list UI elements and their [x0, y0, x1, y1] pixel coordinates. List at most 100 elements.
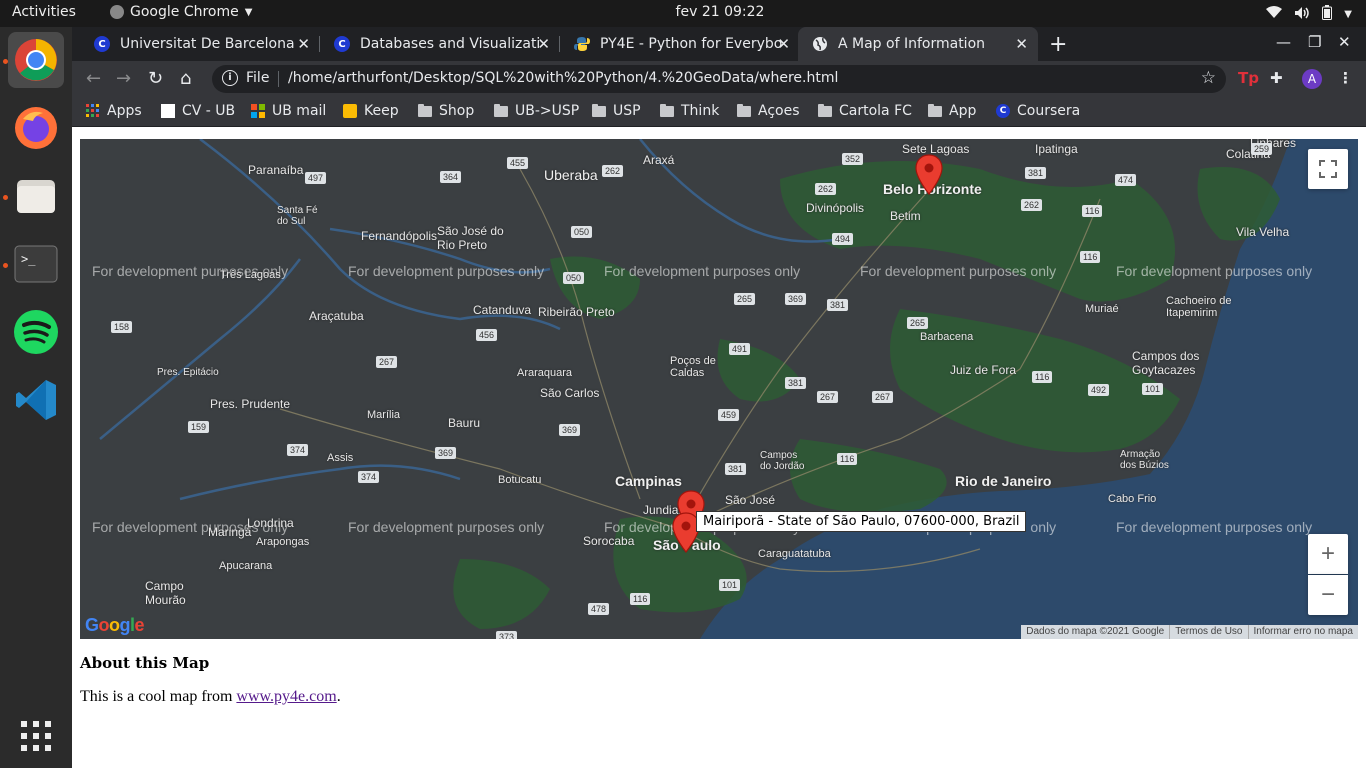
road-shield: 116 [1032, 371, 1053, 383]
bookmark-think[interactable]: Think [660, 103, 719, 119]
clock[interactable]: fev 21 09:22 [0, 4, 1366, 20]
home-icon[interactable]: ⌂ [180, 68, 191, 89]
extensions-puzzle-icon[interactable]: ✚ [1270, 69, 1283, 87]
city-label: Araxá [643, 153, 675, 167]
bookmark-apps[interactable]: Apps [86, 103, 142, 119]
back-arrow-icon[interactable]: ← [86, 68, 101, 89]
road-shield: 373 [496, 631, 518, 639]
bookmark-label: Think [681, 103, 720, 119]
map-watermark: For development purposes only [348, 263, 545, 279]
road-shield: 374 [358, 471, 380, 483]
address-bar[interactable]: i File /home/arthurfont/Desktop/SQL%20wi… [212, 65, 1226, 93]
city-label: Cachoeiro de Itapemirim [1166, 295, 1232, 319]
road-shield: 101 [1142, 383, 1164, 395]
city-label: Pres. Prudente [210, 397, 291, 411]
info-icon[interactable]: i [222, 70, 238, 86]
bookmark-label: UB mail [272, 103, 327, 119]
report-error-link[interactable]: Informar erro no mapa [1247, 625, 1359, 639]
terminal-launcher[interactable]: >_ [8, 236, 64, 292]
files-launcher[interactable] [8, 168, 64, 224]
spotify-launcher[interactable] [8, 304, 64, 360]
py4e-link[interactable]: www.py4e.com [236, 688, 336, 705]
city-label: Bauru [448, 416, 481, 430]
map-data-credit[interactable]: Dados do mapa ©2021 Google [1021, 625, 1169, 639]
bookmark-label: Açoes [758, 103, 800, 119]
city-label: Muriaé [1085, 303, 1119, 315]
folder-icon [737, 103, 751, 117]
road-shield: 381 [827, 299, 849, 311]
bookmark-ub-mail[interactable]: UB mail [251, 103, 326, 119]
fullscreen-button[interactable] [1308, 149, 1348, 189]
tab-map-of-information[interactable]: A Map of Information ✕ [798, 27, 1038, 61]
chrome-window: C Universitat De Barcelona ✕ C Databases… [72, 27, 1366, 768]
url-scheme: File [246, 70, 270, 86]
menu-kebab-icon[interactable]: ⋮ [1338, 69, 1353, 87]
city-label: Catanduva [473, 303, 532, 317]
dock: >_ [0, 27, 72, 768]
city-label: Barbacena [920, 331, 974, 343]
terms-link[interactable]: Termos de Uso [1169, 625, 1247, 639]
tab-label: Databases and Visualizati [360, 36, 541, 52]
close-icon[interactable]: ✕ [297, 35, 310, 53]
city-label: Fernandópolis [361, 229, 438, 243]
reload-icon[interactable]: ↻ [148, 68, 163, 89]
close-icon[interactable]: ✕ [1015, 35, 1028, 53]
keep-icon [343, 104, 357, 118]
map-marker-icon[interactable] [915, 154, 943, 196]
url-text[interactable]: /home/arthurfont/Desktop/SQL%20with%20Py… [288, 70, 838, 86]
profile-avatar[interactable]: A [1302, 69, 1322, 89]
road-shield: 050 [571, 226, 593, 238]
firefox-icon [15, 107, 57, 149]
bookmark-app[interactable]: App [928, 103, 976, 119]
page-icon [161, 104, 175, 118]
files-icon [17, 180, 55, 213]
zoom-in-button[interactable]: + [1308, 534, 1348, 574]
gnome-top-bar: Activities Google Chrome ▼ fev 21 09:22 … [0, 0, 1366, 27]
folder-icon [418, 103, 432, 117]
about-paragraph: This is a cool map from www.py4e.com. [80, 688, 341, 706]
road-shield: 352 [842, 153, 864, 165]
bookmark-coursera[interactable]: C Coursera [996, 103, 1080, 119]
city-label: Araraquara [517, 367, 573, 379]
city-label: Armação dos Búzios [1120, 449, 1169, 471]
close-window-button[interactable]: ✕ [1338, 33, 1351, 51]
close-icon[interactable]: ✕ [777, 35, 790, 53]
zoom-out-button[interactable]: − [1308, 575, 1348, 615]
running-indicator [3, 59, 8, 64]
bookmarks-bar: Apps CV - UB UB mail Keep Shop UB->USP U… [72, 97, 1366, 127]
chrome-launcher[interactable] [8, 32, 64, 88]
maximize-button[interactable]: ❐ [1308, 33, 1321, 51]
tab-databases[interactable]: C Databases and Visualizati ✕ [320, 27, 560, 61]
bookmark-cv-ub[interactable]: CV - UB [161, 103, 235, 119]
bookmark-shop[interactable]: Shop [418, 103, 474, 119]
new-tab-button[interactable]: + [1049, 32, 1067, 57]
road-shield: 474 [1115, 174, 1137, 186]
bookmark-label: Shop [439, 103, 475, 119]
google-map[interactable]: For development purposes only For develo… [80, 139, 1358, 639]
road-shield: 494 [832, 233, 854, 245]
google-logo[interactable]: Google [85, 615, 145, 636]
minimize-button[interactable]: — [1276, 33, 1291, 51]
show-apps-icon [21, 721, 51, 751]
vscode-launcher[interactable] [8, 372, 64, 428]
road-shield: 116 [837, 453, 858, 465]
bookmark-acoes[interactable]: Açoes [737, 103, 800, 119]
bookmark-star-icon[interactable]: ☆ [1201, 68, 1216, 88]
bookmark-cartola[interactable]: Cartola FC [818, 103, 912, 119]
bookmark-keep[interactable]: Keep [343, 103, 399, 119]
running-indicator [3, 195, 8, 200]
about-text-suffix: . [336, 688, 341, 705]
bookmark-usp[interactable]: USP [592, 103, 641, 119]
bookmark-ub-usp[interactable]: UB->USP [494, 103, 579, 119]
road-shield: 158 [111, 321, 133, 333]
show-applications-button[interactable] [8, 708, 64, 764]
extension-icon[interactable]: Tp [1238, 69, 1259, 87]
tab-py4e[interactable]: PY4E - Python for Everybo ✕ [560, 27, 800, 61]
firefox-launcher[interactable] [8, 100, 64, 156]
city-label: São José [725, 493, 776, 507]
forward-arrow-icon[interactable]: → [116, 68, 131, 89]
close-icon[interactable]: ✕ [537, 35, 550, 53]
tab-universitat[interactable]: C Universitat De Barcelona ✕ [80, 27, 320, 61]
folder-icon [928, 103, 942, 117]
system-tray[interactable]: ▼ [1266, 5, 1352, 24]
